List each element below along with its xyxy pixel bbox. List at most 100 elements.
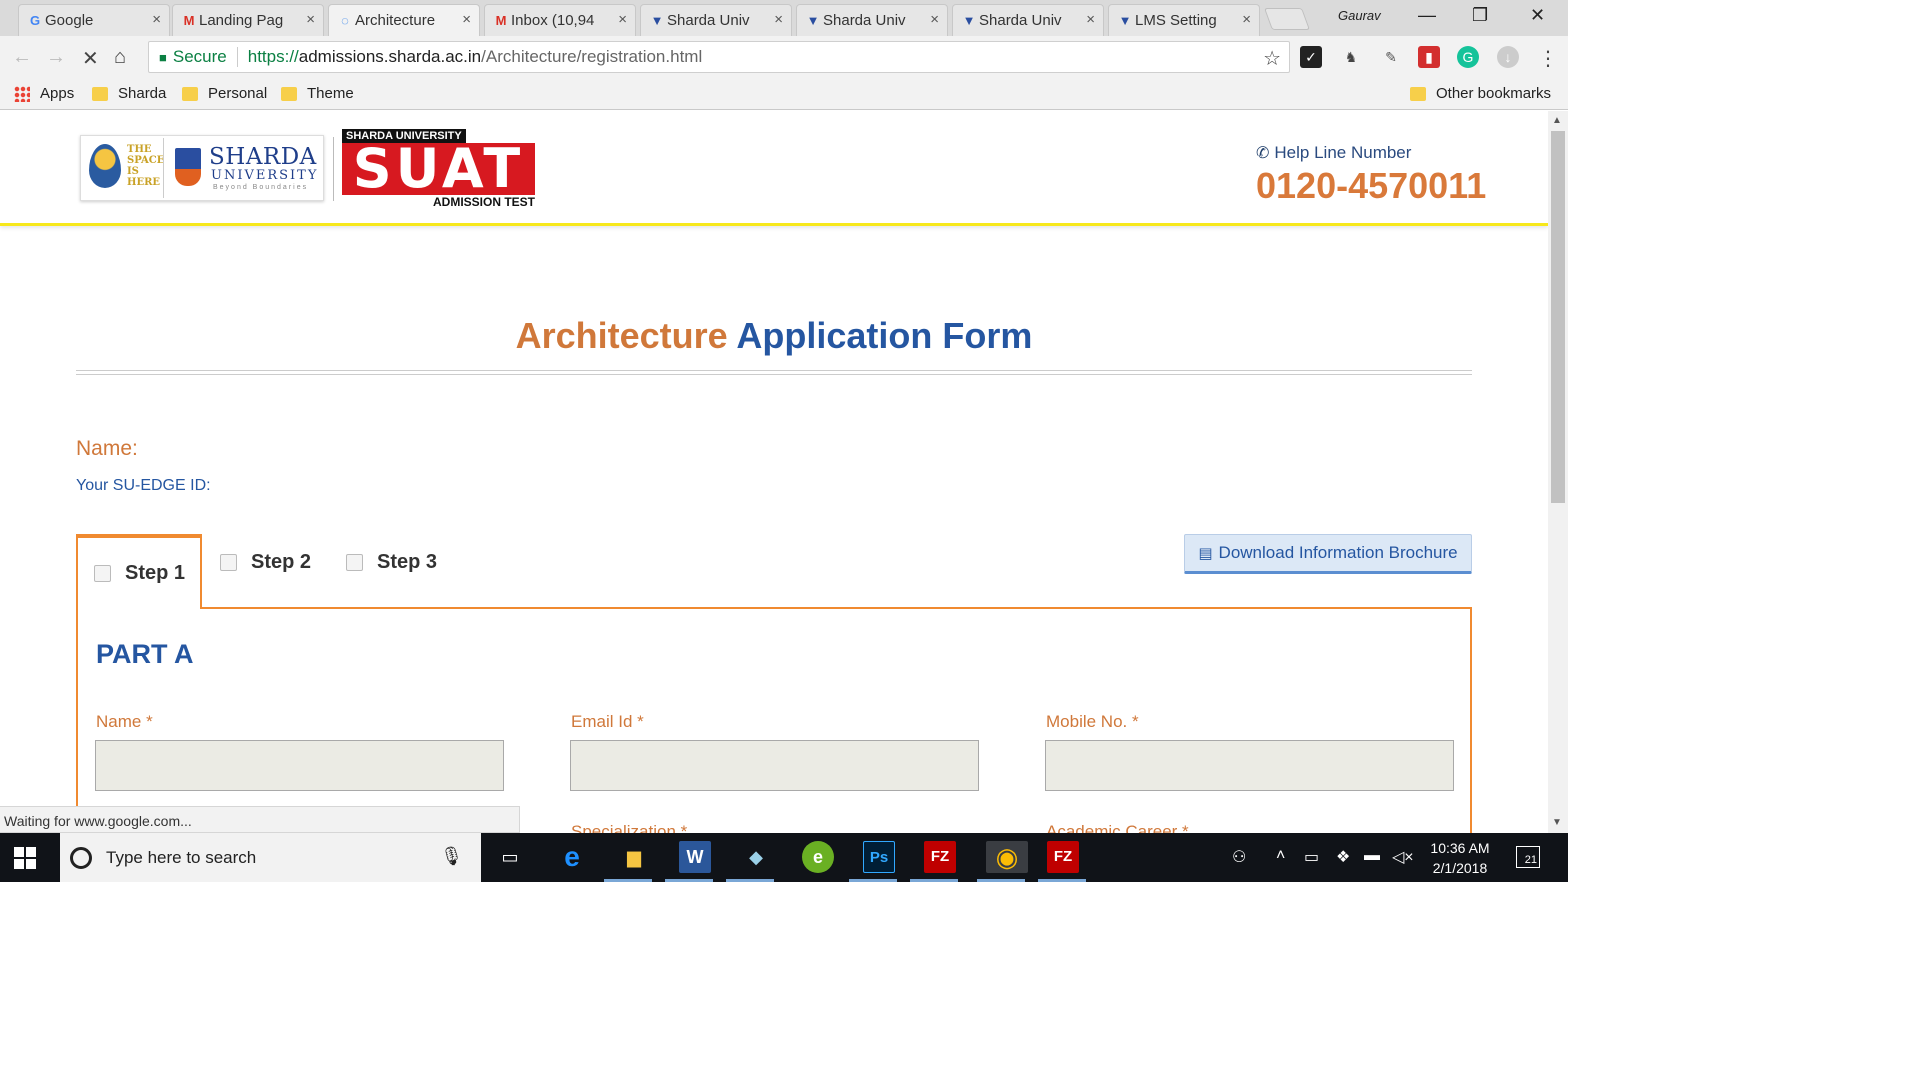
menu-icon[interactable]: ⋮ xyxy=(1538,46,1558,71)
minimize-icon[interactable]: — xyxy=(1418,5,1436,26)
suat-logo[interactable]: SHARDA UNIVERSITY SUAT ADMISSION TEST xyxy=(342,129,535,209)
bookmark-personal[interactable]: Personal xyxy=(182,85,267,102)
checkmark-extension-icon[interactable]: ✓ xyxy=(1300,46,1322,68)
tab-step-3[interactable]: Step 3 xyxy=(346,534,437,590)
step-label: Step 3 xyxy=(377,550,438,573)
file-explorer-icon[interactable]: ▆ xyxy=(618,841,650,873)
close-icon[interactable]: × xyxy=(152,11,161,28)
bookmark-other[interactable]: Other bookmarks xyxy=(1410,85,1551,102)
filezilla-icon[interactable]: FZ xyxy=(924,841,956,873)
network-icon[interactable]: ▭ xyxy=(1304,847,1319,867)
red-book-extension-icon[interactable]: ▮ xyxy=(1418,46,1440,68)
bookmark-sharda[interactable]: Sharda xyxy=(92,85,166,102)
lock-icon: ■ xyxy=(159,49,167,65)
clock-date: 2/1/2018 xyxy=(1432,860,1488,876)
new-tab-button[interactable] xyxy=(1263,8,1311,30)
secure-label: Secure xyxy=(172,47,227,66)
close-icon[interactable]: × xyxy=(618,11,627,28)
tab-inbox[interactable]: M Inbox (10,94 × xyxy=(484,4,636,36)
tab-landing-page[interactable]: M Landing Pag × xyxy=(172,4,324,36)
specialization-field-label: Specialization * xyxy=(571,822,688,833)
address-bar[interactable]: ■ Secure https://admissions.sharda.ac.in… xyxy=(148,41,1290,73)
windows-start-icon[interactable] xyxy=(14,847,36,869)
chrome-icon[interactable]: ◉ xyxy=(986,841,1028,873)
scroll-up-icon[interactable]: ▲ xyxy=(1552,115,1562,126)
close-icon[interactable]: × xyxy=(1242,11,1251,28)
url-host: admissions.sharda.ac.in xyxy=(298,47,482,66)
people-icon[interactable]: ⚇ xyxy=(1232,847,1246,867)
download-extension-icon[interactable]: ↓ xyxy=(1497,46,1519,68)
scroll-thumb[interactable] xyxy=(1551,131,1565,503)
close-icon[interactable]: × xyxy=(774,11,783,28)
gmail-icon: M xyxy=(183,13,195,28)
step-checkbox[interactable] xyxy=(94,565,111,582)
page-scrollbar[interactable]: ▲ ▼ xyxy=(1548,111,1568,833)
tab-sharda-2[interactable]: ▼ Sharda Univ × xyxy=(796,4,948,36)
home-icon[interactable]: ⌂ xyxy=(114,46,126,69)
sharda-shield-icon: ▼ xyxy=(650,13,664,28)
step-checkbox[interactable] xyxy=(220,553,237,571)
scroll-down-icon[interactable]: ▼ xyxy=(1552,817,1562,828)
restore-icon[interactable]: ❐ xyxy=(1472,5,1488,26)
back-icon[interactable]: ← xyxy=(12,46,32,69)
tab-sharda-3[interactable]: ▼ Sharda Univ × xyxy=(952,4,1104,36)
dropbox-icon[interactable]: ❖ xyxy=(1336,847,1350,867)
name-input[interactable] xyxy=(95,740,504,791)
step-checkbox[interactable] xyxy=(346,553,363,571)
close-icon[interactable]: × xyxy=(1086,11,1095,28)
tab-google[interactable]: G Google × xyxy=(18,4,170,36)
chevron-up-icon[interactable]: ˄ xyxy=(1276,847,1285,865)
close-icon[interactable]: × xyxy=(462,11,471,28)
tab-title: Sharda Univ xyxy=(823,12,906,29)
filezilla-icon-2[interactable]: FZ xyxy=(1047,841,1079,873)
mobile-field-label: Mobile No. * xyxy=(1046,712,1139,731)
title-part-2: Application Form xyxy=(736,315,1033,356)
tab-step-2[interactable]: Step 2 xyxy=(220,534,311,590)
brochure-label: Download Information Brochure xyxy=(1218,543,1458,562)
bookmark-apps[interactable]: Apps xyxy=(14,85,74,102)
close-icon[interactable]: × xyxy=(306,11,315,28)
screen: G Google × M Landing Pag × ◌ Architectur… xyxy=(0,0,1568,882)
evernote-extension-icon[interactable]: ♞ xyxy=(1340,46,1362,68)
volume-muted-icon[interactable]: ◁× xyxy=(1392,847,1414,867)
mobile-input[interactable] xyxy=(1045,740,1454,791)
forward-icon[interactable]: → xyxy=(46,46,66,69)
tab-lms-settings[interactable]: ▼ LMS Setting × xyxy=(1108,4,1260,36)
tab-title: Inbox (10,94 xyxy=(511,12,595,29)
close-window-icon[interactable]: ✕ xyxy=(1530,5,1545,26)
edge-icon[interactable]: e xyxy=(556,841,588,873)
microphone-icon[interactable]: 🎙 xyxy=(440,846,463,867)
word-icon[interactable]: W xyxy=(679,841,711,873)
green-app-icon[interactable]: e xyxy=(802,841,834,873)
logo-tagline: Beyond Boundaries xyxy=(213,184,309,191)
task-view-icon[interactable]: ▭ xyxy=(494,841,526,873)
applicant-name-label: Name: xyxy=(76,437,138,460)
step-label: Step 2 xyxy=(251,550,312,573)
bookmark-label: Other bookmarks xyxy=(1436,85,1552,102)
url-path: /Architecture/registration.html xyxy=(481,47,703,66)
sharda-logo[interactable]: THE SPACE IS HERE SHARDA UNIVERSITY Beyo… xyxy=(80,135,324,201)
email-input[interactable] xyxy=(570,740,979,791)
tab-architecture[interactable]: ◌ Architecture × xyxy=(328,4,480,36)
taskbar-search[interactable]: Type here to search 🎙 xyxy=(60,833,481,882)
bookmark-theme[interactable]: Theme xyxy=(281,85,354,102)
notepad-icon[interactable]: ◆ xyxy=(740,841,772,873)
running-indicator xyxy=(910,879,958,882)
profile-name[interactable]: Gaurav xyxy=(1338,8,1381,23)
download-brochure-button[interactable]: ▤ Download Information Brochure xyxy=(1184,534,1472,574)
running-indicator xyxy=(1038,879,1086,882)
notification-center-icon[interactable]: 21 xyxy=(1516,846,1540,868)
title-divider xyxy=(76,370,1472,375)
tab-step-1[interactable]: Step 1 xyxy=(76,534,202,609)
system-clock[interactable]: 10:36 AM 2/1/2018 xyxy=(1420,838,1500,878)
battery-icon[interactable]: ▬ xyxy=(1364,847,1380,865)
grammarly-extension-icon[interactable]: G xyxy=(1457,46,1479,68)
tab-sharda-1[interactable]: ▼ Sharda Univ × xyxy=(640,4,792,36)
bookmark-label: Personal xyxy=(208,85,268,102)
eyedropper-extension-icon[interactable]: ✎ xyxy=(1380,46,1402,68)
bookmark-star-icon[interactable]: ☆ xyxy=(1263,46,1281,71)
close-icon[interactable]: × xyxy=(930,11,939,28)
photoshop-icon[interactable]: Ps xyxy=(863,841,895,873)
windows-taskbar: Type here to search 🎙 ▭ e ▆ W ◆ e Ps FZ … xyxy=(0,833,1568,882)
stop-loading-icon[interactable]: ✕ xyxy=(82,46,99,71)
